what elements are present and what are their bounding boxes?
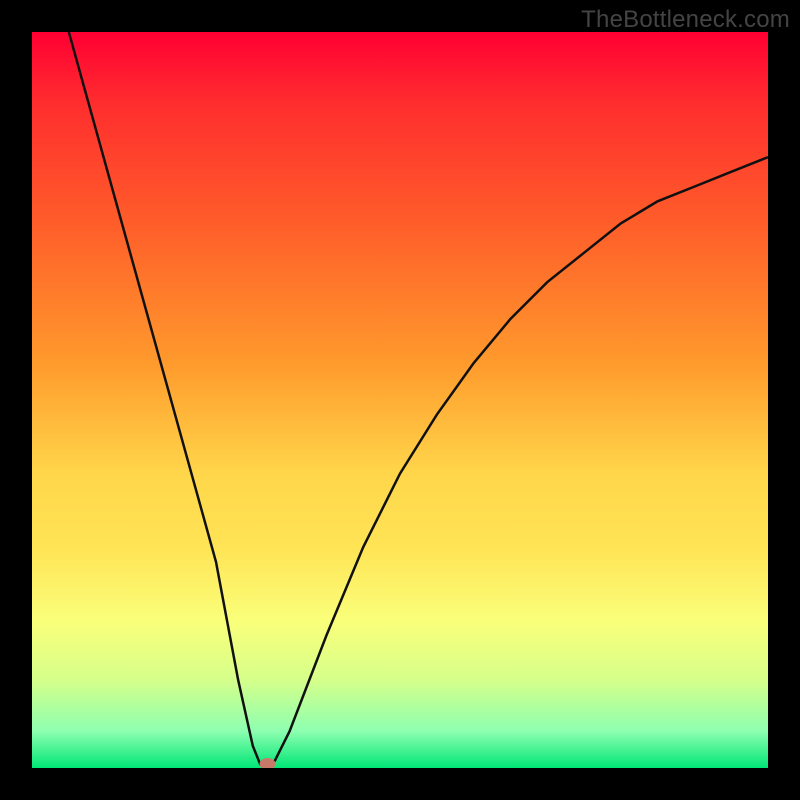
chart-svg [32, 32, 768, 768]
bottleneck-curve [69, 32, 768, 768]
chart-frame [32, 32, 768, 768]
watermark-text: TheBottleneck.com [581, 6, 790, 34]
minimum-marker [260, 758, 276, 768]
